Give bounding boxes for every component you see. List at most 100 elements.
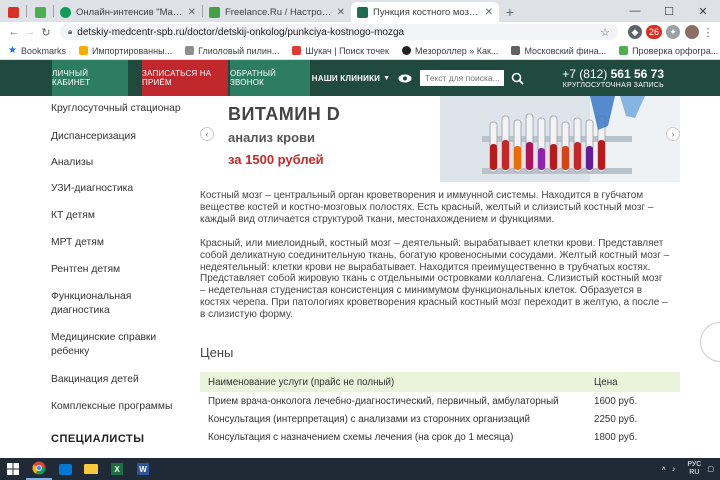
clinics-menu-button[interactable]: НАШИ КЛИНИКИ ▼ <box>310 60 392 96</box>
table-row: Прием врача-онколога лечебно-диагностиче… <box>200 392 680 410</box>
os-taskbar: X W ˄ ♪ РУС RU ▢ <box>0 458 720 480</box>
specialists-heading: СПЕЦИАЛИСТЫ <box>51 433 145 445</box>
sidebar-item-dispensary[interactable]: Диспансеризация <box>51 130 191 144</box>
minimize-icon[interactable]: — <box>618 0 652 22</box>
sidebar-item-ultrasound[interactable]: УЗИ-диагностика <box>51 182 191 196</box>
sidebar-item-programs[interactable]: Комплексные программы <box>51 400 191 414</box>
bookmark-item[interactable]: Глиоловый пилин... <box>185 46 279 56</box>
browser-tab-gmail[interactable] <box>0 2 26 22</box>
word-icon: W <box>137 463 149 475</box>
callback-button[interactable]: ОБРАТНЫЙ ЗВОНОК <box>230 60 310 96</box>
close-icon[interactable]: ✕ <box>485 7 493 18</box>
reload-icon[interactable]: ↻ <box>38 26 54 39</box>
browser-toolbar: ← → ↻ 🔒︎ detskiy-medcentr-spb.ru/doctor/… <box>0 22 720 42</box>
window-controls: — ☐ ✕ <box>618 0 720 22</box>
browser-tab-sheets[interactable] <box>27 2 53 22</box>
phone-caption: КРУГЛОСУТОЧНАЯ ЗАПИСЬ <box>562 82 664 89</box>
service-name: Консультация с назначением схемы лечения… <box>208 431 514 443</box>
bookmark-item[interactable]: ★ Bookmarks <box>8 45 66 56</box>
address-bar[interactable]: 🔒︎ detskiy-medcentr-spb.ru/doctor/detski… <box>60 24 618 40</box>
page-icon <box>185 46 195 55</box>
extension-icon[interactable]: ◆ <box>628 25 642 39</box>
window-close-icon[interactable]: ✕ <box>686 0 720 22</box>
bookmark-item[interactable]: Московский фина... <box>511 46 606 56</box>
bookmark-star-icon[interactable]: ☆ <box>600 26 610 39</box>
column-header-price: Цена <box>588 372 680 392</box>
image-favicon-icon <box>34 6 46 18</box>
excel-taskbar-icon[interactable]: X <box>104 458 130 480</box>
browser-tab-freelance[interactable]: Freelance.Ru / Настройки - Мой ✕ <box>203 2 351 22</box>
chrome-taskbar-icon[interactable] <box>26 458 52 480</box>
carousel-prev-icon[interactable]: ‹ <box>200 127 214 141</box>
system-tray: ˄ ♪ РУС RU ▢ <box>662 461 720 477</box>
book-appointment-button[interactable]: ЗАПИСАТЬСЯ НА ПРИЁМ <box>142 60 228 96</box>
notification-icon[interactable]: ▢ <box>707 465 714 473</box>
main-content: ВИТАМИН D анализ крови за 1500 рублей ‹ … <box>192 96 720 458</box>
bookmark-item[interactable]: Проверка орфогра... <box>619 46 718 56</box>
sidebar-item-hospital[interactable]: Круглосуточный стационар <box>51 102 191 116</box>
close-icon[interactable]: ✕ <box>337 7 345 18</box>
gmail-favicon-icon <box>7 6 19 18</box>
eye-icon[interactable] <box>398 73 412 83</box>
sidebar-item-vaccination[interactable]: Вакцинация детей <box>51 373 191 387</box>
volume-icon[interactable]: ♪ <box>672 466 676 473</box>
browser-tab-marketing[interactable]: Онлайн-интенсив "Marketin ✕ <box>54 2 202 22</box>
tab-title: Freelance.Ru / Настройки - Мой <box>225 6 333 18</box>
bookmark-item[interactable]: Мезороллер » Как... <box>401 46 498 56</box>
explorer-taskbar-icon[interactable] <box>78 458 104 480</box>
close-icon[interactable]: ✕ <box>188 7 196 18</box>
promo-banner[interactable]: ВИТАМИН D анализ крови за 1500 рублей <box>200 96 680 182</box>
freelance-favicon-icon <box>209 6 220 18</box>
table-header-row: Наименование услуги (прайс не полный) Це… <box>200 372 680 392</box>
personal-cabinet-button[interactable]: ЛИЧНЫЙ КАБИНЕТ <box>52 60 128 96</box>
back-icon[interactable]: ← <box>6 26 22 38</box>
language-indicator[interactable]: РУС RU <box>687 461 701 477</box>
search-icon[interactable] <box>510 71 524 85</box>
service-name: Прием врача-онколога лечебно-диагностиче… <box>208 395 559 407</box>
marketing-favicon-icon <box>60 6 71 18</box>
intro-paragraph: Костный мозг – центральный орган кроветв… <box>200 190 654 225</box>
tab-title: Онлайн-интенсив "Marketin <box>76 6 184 18</box>
folder-icon <box>78 46 88 55</box>
page-icon <box>511 46 521 55</box>
photos-icon <box>58 463 72 475</box>
carousel-next-icon[interactable]: › <box>666 127 680 141</box>
maximize-icon[interactable]: ☐ <box>652 0 686 22</box>
app-taskbar-icon[interactable] <box>52 458 78 480</box>
prices-table: Наименование услуги (прайс не полный) Це… <box>200 372 680 446</box>
excel-icon: X <box>111 463 123 475</box>
service-price: 1600 руб. <box>594 395 638 407</box>
site-header: ЛИЧНЫЙ КАБИНЕТ ЗАПИСАТЬСЯ НА ПРИЁМ ОБРАТ… <box>0 60 720 96</box>
new-tab-button[interactable]: + <box>499 2 521 22</box>
browser-tab-active[interactable]: Пункция костного мозга детям ✕ <box>351 2 499 22</box>
sidebar-item-functional[interactable]: Функциональная диагностика <box>51 290 141 318</box>
chevron-up-icon[interactable]: ˄ <box>662 466 666 473</box>
banner-subtitle: анализ крови <box>228 130 316 145</box>
prices-heading: Цены <box>200 345 234 360</box>
table-row: Консультация с назначением схемы лечения… <box>200 428 680 446</box>
tab-title: Пункция костного мозга детям <box>373 6 481 18</box>
phone-number-link[interactable]: +7 (812) 561 56 73 <box>562 67 664 81</box>
lock-icon: 🔒︎ <box>68 27 73 36</box>
search-input[interactable] <box>420 70 504 86</box>
sidebar-item-analyses[interactable]: Анализы <box>51 156 191 170</box>
sidebar-item-certificates[interactable]: Медицинские справки ребенку <box>51 331 161 359</box>
page-icon <box>292 46 302 55</box>
table-row: Консультация (интерпретация) с анализами… <box>200 410 680 428</box>
clinics-label: НАШИ КЛИНИКИ <box>311 73 381 83</box>
sidebar-item-xray[interactable]: Рентген детям <box>51 263 191 277</box>
sidebar-item-ct[interactable]: КТ детям <box>51 209 191 223</box>
profile-avatar[interactable] <box>685 25 699 39</box>
sidebar-item-mri[interactable]: МРТ детям <box>51 236 191 250</box>
test-tubes-image <box>440 96 680 182</box>
forward-icon[interactable]: → <box>22 26 38 38</box>
page-icon <box>401 46 411 55</box>
page-icon <box>619 46 629 55</box>
menu-icon[interactable]: ⋮ <box>702 26 714 39</box>
bookmark-item[interactable]: Шукач | Поиск точек <box>292 46 389 56</box>
puzzle-icon[interactable]: ✦ <box>666 25 680 39</box>
extension-badge-icon[interactable]: 26 <box>646 25 662 39</box>
bookmark-item[interactable]: Импортированны... <box>78 46 172 56</box>
word-taskbar-icon[interactable]: W <box>130 458 156 480</box>
windows-start-icon[interactable] <box>0 458 26 480</box>
